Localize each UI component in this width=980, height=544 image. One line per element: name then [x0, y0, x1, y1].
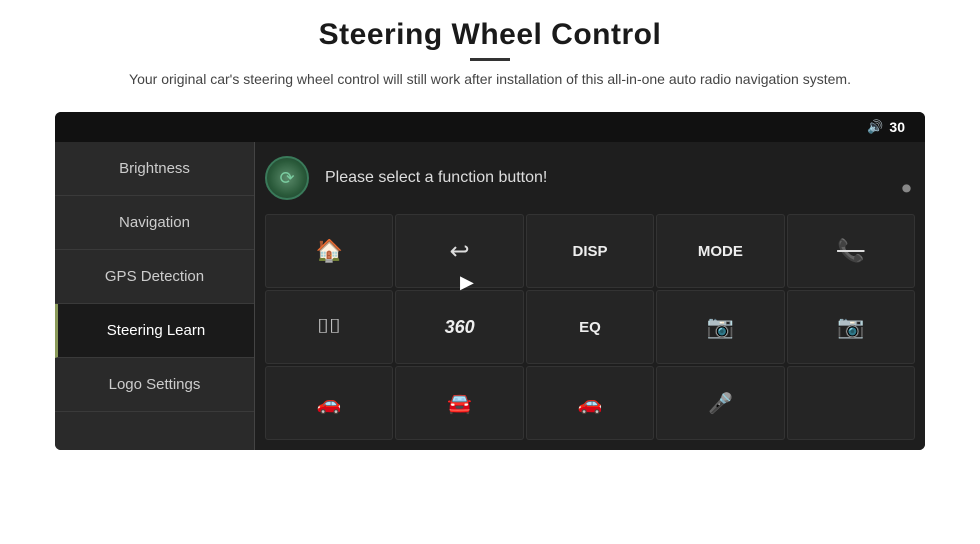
volume-number: 30: [889, 119, 905, 135]
menu-item-gps[interactable]: GPS Detection: [55, 250, 254, 304]
disp-label: DISP: [572, 243, 607, 260]
cam-right-icon: 📷: [837, 314, 864, 340]
sidebar-menu: Brightness Navigation GPS Detection Stee…: [55, 142, 255, 450]
menu-item-steering-learn[interactable]: Steering Learn: [55, 304, 254, 358]
screen-body: Brightness Navigation GPS Detection Stee…: [55, 142, 925, 450]
mute-phone-icon: 📞: [837, 238, 864, 264]
page-title: Steering Wheel Control: [129, 18, 851, 52]
title-divider: [470, 58, 510, 61]
btn-mode[interactable]: MODE: [656, 214, 784, 288]
screen-topbar: 🔊 30: [55, 112, 925, 142]
btn-car1[interactable]: 🚗: [265, 366, 393, 440]
button-grid: 🏠 ↩ DISP MODE 📞: [265, 214, 915, 440]
title-section: Steering Wheel Control Your original car…: [129, 18, 851, 90]
mode-label: MODE: [698, 243, 743, 260]
btn-tune[interactable]: ⌷⌷: [265, 290, 393, 364]
function-header: ⟳ Please select a function button!: [265, 152, 915, 204]
eq-label: EQ: [579, 319, 601, 336]
menu-item-navigation[interactable]: Navigation: [55, 196, 254, 250]
menu-item-logo[interactable]: Logo Settings: [55, 358, 254, 412]
btn-car3[interactable]: 🚗: [526, 366, 654, 440]
page-subtitle: Your original car's steering wheel contr…: [129, 69, 851, 90]
cam-left-icon: 📷: [707, 314, 734, 340]
content-area: ▶ ⏺ ⟳ Please select a function button! 🏠: [255, 142, 925, 450]
btn-360[interactable]: 360: [395, 290, 523, 364]
btn-car2[interactable]: 🚘: [395, 366, 523, 440]
360-label: 360: [445, 317, 475, 338]
refresh-icon: ⟳: [279, 168, 294, 189]
function-prompt-text: Please select a function button!: [325, 169, 547, 187]
btn-disp[interactable]: DISP: [526, 214, 654, 288]
btn-mic[interactable]: 🎤: [656, 366, 784, 440]
refresh-button[interactable]: ⟳: [265, 156, 309, 200]
tune-icon: ⌷⌷: [317, 316, 341, 339]
home-icon: 🏠: [315, 238, 342, 264]
car3-icon: 🚗: [578, 391, 603, 416]
btn-eq[interactable]: EQ: [526, 290, 654, 364]
btn-mute-phone[interactable]: 📞: [787, 214, 915, 288]
car2-icon: 🚘: [447, 391, 472, 416]
mic-icon: 🎤: [708, 391, 733, 416]
btn-cam-right[interactable]: 📷: [787, 290, 915, 364]
back-icon: ↩: [450, 237, 470, 266]
menu-item-brightness[interactable]: Brightness: [55, 142, 254, 196]
btn-home[interactable]: 🏠: [265, 214, 393, 288]
car-screen: 🔊 30 Brightness Navigation GPS Detection…: [55, 112, 925, 450]
page-wrapper: Steering Wheel Control Your original car…: [0, 0, 980, 544]
car1-icon: 🚗: [317, 391, 342, 416]
topright-icon: ⏺: [902, 178, 911, 199]
volume-icon: 🔊: [867, 119, 883, 135]
btn-empty[interactable]: [787, 366, 915, 440]
btn-cam-left[interactable]: 📷: [656, 290, 784, 364]
btn-back[interactable]: ↩: [395, 214, 523, 288]
